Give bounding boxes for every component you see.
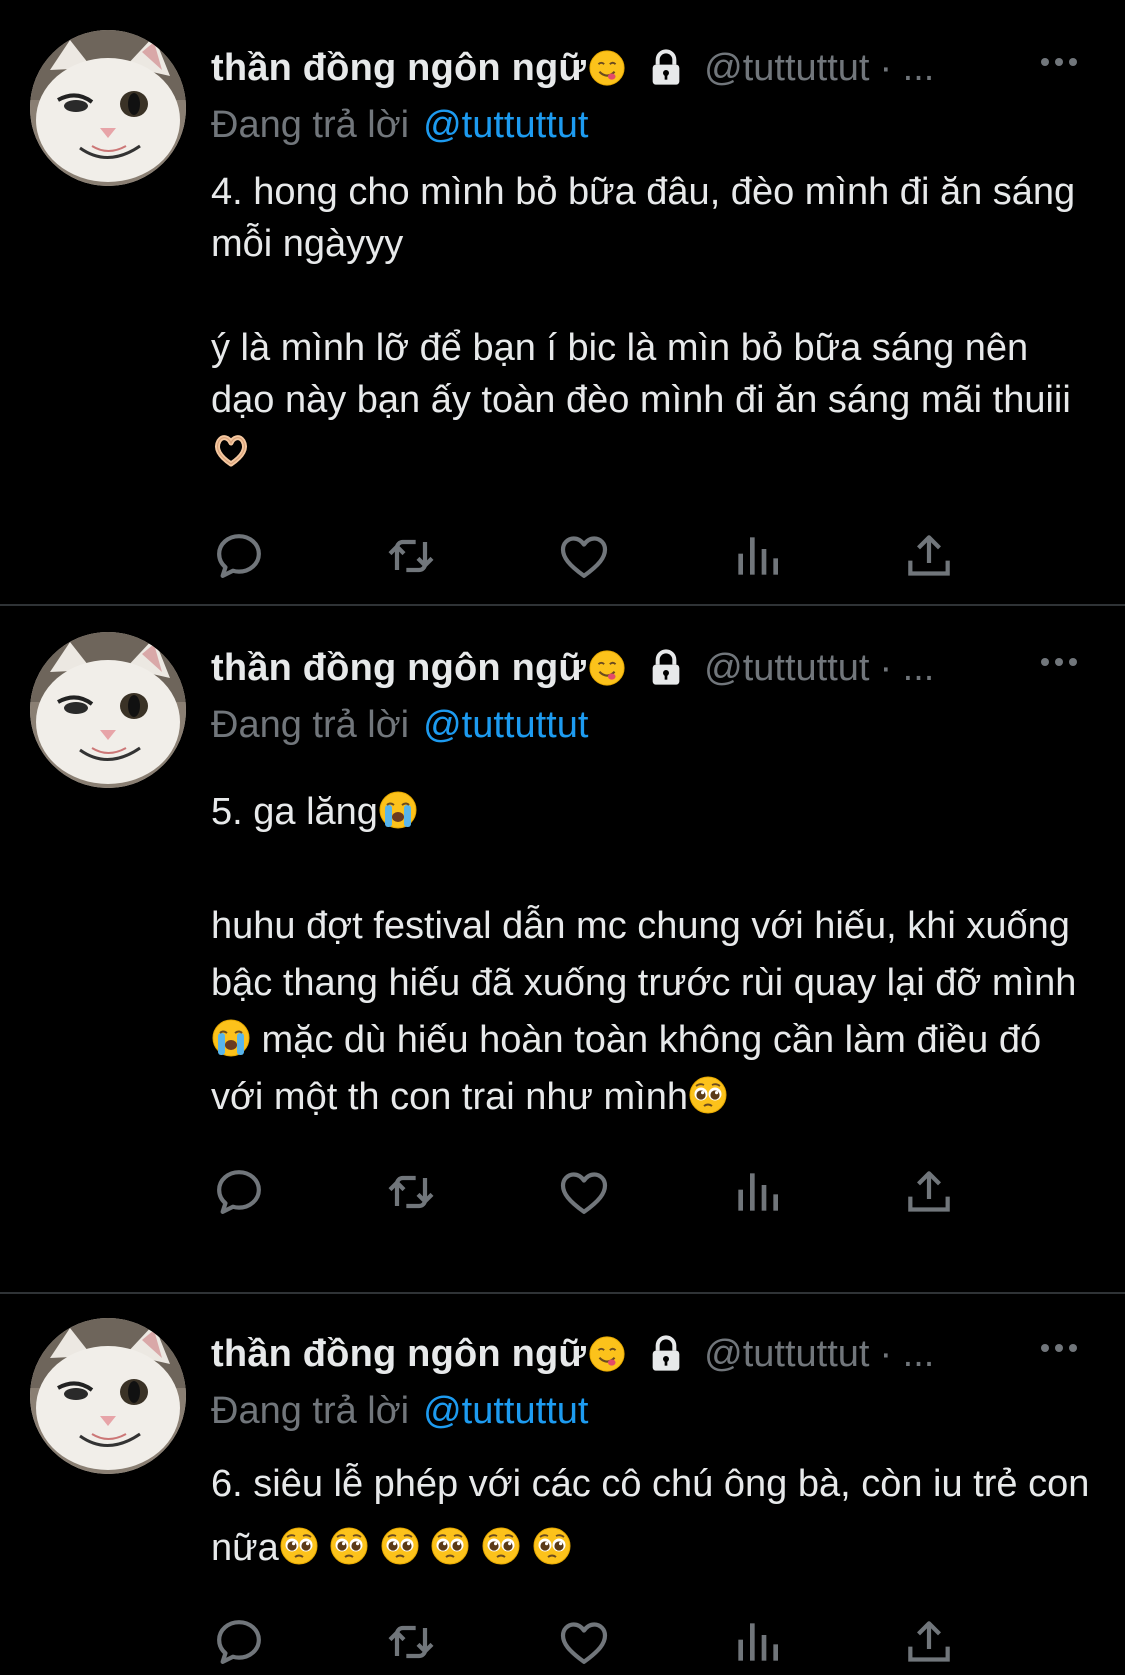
lock-icon <box>646 648 686 688</box>
pleading-face-emoji <box>329 1522 369 1565</box>
more-options-icon[interactable] <box>1037 652 1081 672</box>
tweet-actions <box>211 528 1011 588</box>
tweet-paragraph: 5. ga lăng <box>211 784 1091 841</box>
views-icon <box>729 1173 785 1224</box>
lock-icon <box>646 48 686 88</box>
share-button[interactable] <box>901 528 957 584</box>
like-button[interactable] <box>556 1164 612 1220</box>
share-button[interactable] <box>901 1164 957 1220</box>
pleading-face-emoji <box>688 1075 728 1115</box>
user-handle[interactable]: @tuttuttut <box>704 647 869 690</box>
display-name[interactable]: thần đồng ngôn ngữ <box>211 1333 586 1376</box>
tweet-paragraph: huhu đợt festival dẫn mc chung với hiếu,… <box>211 898 1091 1126</box>
views-button[interactable] <box>729 1164 785 1220</box>
pleading-face-emoji <box>481 1522 521 1565</box>
tweet[interactable]: thần đồng ngôn ngữ @tuttuttut · ... Đang… <box>0 1294 1125 1664</box>
text-segment: mặc dù hiếu hoàn toàn không cần làm điều… <box>211 1019 1042 1118</box>
lock-icon <box>646 1334 686 1374</box>
tweet-header: thần đồng ngôn ngữ @tuttuttut · ... <box>211 38 1091 98</box>
reply-button[interactable] <box>211 528 267 584</box>
reply-button[interactable] <box>211 1614 267 1670</box>
tweet-paragraph: 4. hong cho mình bỏ bữa đâu, đèo mình đi… <box>211 166 1091 270</box>
heart-hands-emoji <box>211 430 251 470</box>
reply-mention-link[interactable]: @tuttuttut <box>423 1390 588 1432</box>
like-button[interactable] <box>556 528 612 584</box>
replying-to: Đang trả lời @tuttuttut <box>211 704 588 747</box>
text-segment <box>369 1527 380 1569</box>
pleading-face-emoji <box>430 1522 470 1565</box>
pleading-face-emoji <box>279 1522 319 1565</box>
share-icon <box>901 1621 957 1674</box>
share-button[interactable] <box>901 1614 957 1670</box>
reply-button[interactable] <box>211 1164 267 1220</box>
display-name[interactable]: thần đồng ngôn ngữ <box>211 647 586 690</box>
tweet-header: thần đồng ngôn ngữ @tuttuttut · ... <box>211 1324 1091 1384</box>
reply-mention-link[interactable]: @tuttuttut <box>423 104 588 146</box>
avatar[interactable] <box>30 632 186 788</box>
text-segment <box>319 1527 330 1569</box>
face-savoring-food-emoji <box>588 649 626 687</box>
timestamp-separator: · ... <box>879 1332 935 1375</box>
tweet-paragraph: ý là mình lỡ để bạn í bic là mìn bỏ bữa … <box>211 322 1091 478</box>
views-button[interactable] <box>729 528 785 584</box>
replying-to: Đang trả lời @tuttuttut <box>211 1390 588 1433</box>
display-name[interactable]: thần đồng ngôn ngữ <box>211 47 586 90</box>
reply-icon <box>211 534 267 588</box>
reply-mention-link[interactable]: @tuttuttut <box>423 704 588 746</box>
share-icon <box>901 535 957 588</box>
tweet-text: 4. hong cho mình bỏ bữa đâu, đèo mình đi… <box>211 166 1091 478</box>
retweet-button[interactable] <box>383 1164 439 1220</box>
timestamp-separator: · ... <box>879 46 935 89</box>
tweet-text: 6. siêu lễ phép với các cô chú ông bà, c… <box>211 1452 1091 1580</box>
pleading-face-emoji <box>380 1522 420 1565</box>
text-segment: ý là mình lỡ để bạn í bic là mìn bỏ bữa … <box>211 327 1071 421</box>
tweet[interactable]: thần đồng ngôn ngữ @tuttuttut · ... Đang… <box>0 606 1125 1292</box>
like-icon <box>556 536 612 588</box>
reply-icon <box>211 1620 267 1674</box>
tweet-actions <box>211 1164 1011 1224</box>
reply-icon <box>211 1170 267 1224</box>
timeline: thần đồng ngôn ngữ @tuttuttut · ... Đang… <box>0 0 1125 1664</box>
more-options-icon[interactable] <box>1037 52 1081 72</box>
text-segment: 5. ga lăng <box>211 791 378 833</box>
retweet-icon <box>383 1625 439 1674</box>
views-icon <box>729 1623 785 1674</box>
retweet-icon <box>383 539 439 588</box>
face-savoring-food-emoji <box>588 1335 626 1373</box>
more-options-icon[interactable] <box>1037 1338 1081 1358</box>
pleading-face-emoji <box>532 1522 572 1565</box>
like-button[interactable] <box>556 1614 612 1670</box>
text-segment: huhu đợt festival dẫn mc chung với hiếu,… <box>211 905 1077 1004</box>
tweet-actions <box>211 1614 1011 1674</box>
user-handle[interactable]: @tuttuttut <box>704 1333 869 1376</box>
face-savoring-food-emoji <box>588 49 626 87</box>
replying-to-label: Đang trả lời <box>211 1390 410 1432</box>
retweet-button[interactable] <box>383 1614 439 1670</box>
replying-to-label: Đang trả lời <box>211 104 410 146</box>
replying-to-label: Đang trả lời <box>211 704 410 746</box>
text-segment <box>420 1527 431 1569</box>
user-handle[interactable]: @tuttuttut <box>704 47 869 90</box>
crying-face-emoji <box>378 790 418 830</box>
text-segment <box>470 1527 481 1569</box>
retweet-icon <box>383 1175 439 1224</box>
crying-face-emoji <box>211 1018 251 1058</box>
views-icon <box>729 537 785 588</box>
timestamp-separator: · ... <box>879 646 935 689</box>
like-icon <box>556 1172 612 1224</box>
tweet-paragraph: 6. siêu lễ phép với các cô chú ông bà, c… <box>211 1452 1091 1580</box>
share-icon <box>901 1171 957 1224</box>
tweet-text: 5. ga lăng huhu đợt festival dẫn mc chun… <box>211 784 1091 1126</box>
retweet-button[interactable] <box>383 528 439 584</box>
tweet[interactable]: thần đồng ngôn ngữ @tuttuttut · ... Đang… <box>0 0 1125 604</box>
avatar[interactable] <box>30 1318 186 1474</box>
text-segment <box>521 1527 532 1569</box>
views-button[interactable] <box>729 1614 785 1670</box>
like-icon <box>556 1622 612 1674</box>
avatar[interactable] <box>30 30 186 186</box>
tweet-header: thần đồng ngôn ngữ @tuttuttut · ... <box>211 638 1091 698</box>
replying-to: Đang trả lời @tuttuttut <box>211 104 588 147</box>
text-segment: 4. hong cho mình bỏ bữa đâu, đèo mình đi… <box>211 171 1076 265</box>
